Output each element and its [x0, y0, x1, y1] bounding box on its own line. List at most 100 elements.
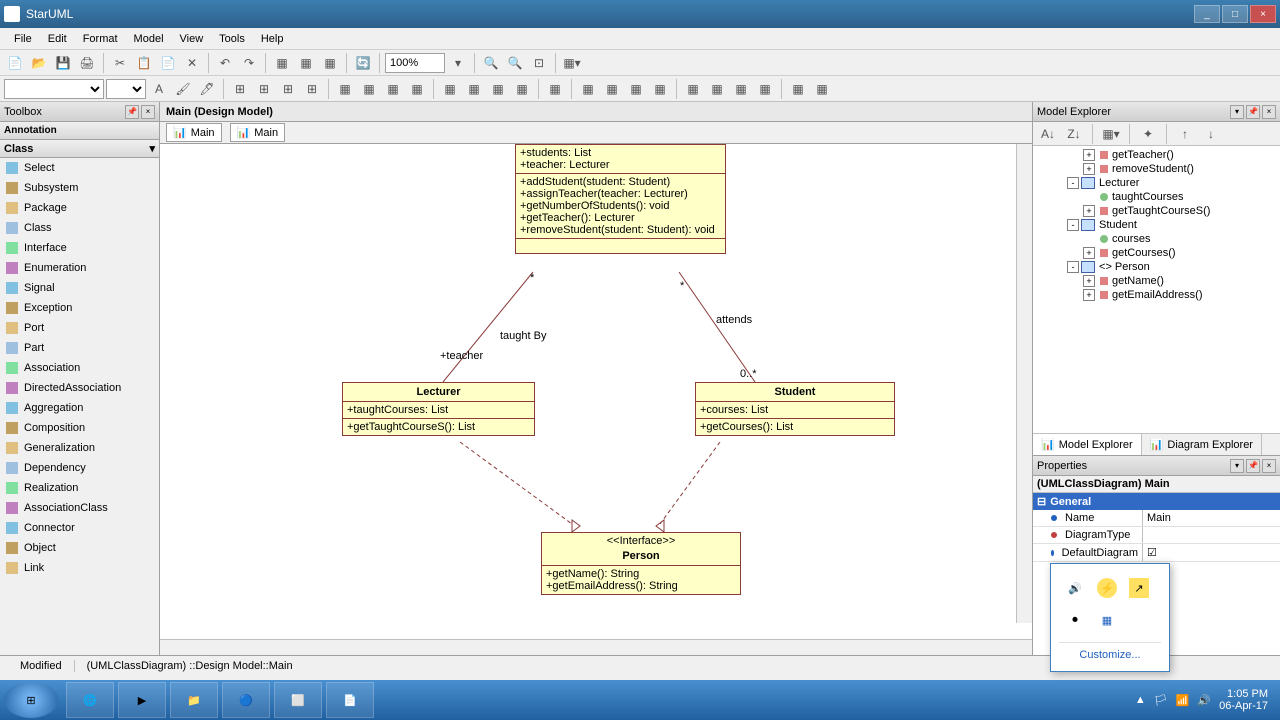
font-combo[interactable]	[4, 79, 104, 99]
toolbox-item-dependency[interactable]: Dependency	[0, 458, 159, 478]
toolbox-item-part[interactable]: Part	[0, 338, 159, 358]
tree-item[interactable]: +getEmailAddress()	[1035, 288, 1278, 302]
uml-class-student[interactable]: Student +courses: List +getCourses(): Li…	[695, 382, 895, 436]
prop-row[interactable]: DiagramType	[1033, 527, 1280, 544]
tray-up-icon[interactable]: ▲	[1135, 694, 1146, 706]
tool-1[interactable]: ▦	[271, 52, 293, 74]
explorer-pin-button[interactable]: 📌	[1246, 105, 1260, 119]
tool-p[interactable]: ▦	[730, 78, 752, 100]
menu-tools[interactable]: Tools	[211, 31, 253, 47]
task-chrome[interactable]: 🔵	[222, 682, 270, 718]
canvas-hscroll[interactable]	[160, 639, 1032, 655]
uml-class-top[interactable]: +students: List +teacher: Lecturer +addS…	[515, 144, 726, 254]
tool-l[interactable]: ▦	[625, 78, 647, 100]
size-combo[interactable]	[106, 79, 146, 99]
task-ie[interactable]: 🌐	[66, 682, 114, 718]
tree-item[interactable]: -<> Person	[1035, 260, 1278, 274]
tree-item[interactable]: +removeStudent()	[1035, 162, 1278, 176]
tray-network-icon[interactable]: 📶	[1176, 694, 1190, 707]
align-2[interactable]: ⊞	[253, 78, 275, 100]
tool-s[interactable]: ▦	[811, 78, 833, 100]
tool-f[interactable]: ▦	[463, 78, 485, 100]
toolbox-item-signal[interactable]: Signal	[0, 278, 159, 298]
zoom-fit-button[interactable]: ⊡	[528, 52, 550, 74]
new-button[interactable]: 📄	[4, 52, 26, 74]
tool-m[interactable]: ▦	[649, 78, 671, 100]
tool-extra[interactable]: ▦▾	[561, 52, 583, 74]
filter-button[interactable]: ▦▾	[1100, 123, 1122, 145]
task-app[interactable]: 📄	[326, 682, 374, 718]
tab-model-explorer[interactable]: 📊 Model Explorer	[1033, 434, 1142, 455]
task-staruml[interactable]: ⬜	[274, 682, 322, 718]
toolbox-item-associationclass[interactable]: AssociationClass	[0, 498, 159, 518]
tool-c[interactable]: ▦	[382, 78, 404, 100]
close-button[interactable]: ×	[1250, 5, 1276, 23]
tray-record-icon[interactable]: ⏺	[1065, 610, 1085, 630]
toolbox-item-generalization[interactable]: Generalization	[0, 438, 159, 458]
toolbox-item-interface[interactable]: Interface	[0, 238, 159, 258]
toolbox-item-exception[interactable]: Exception	[0, 298, 159, 318]
minimize-button[interactable]: _	[1194, 5, 1220, 23]
toolbox-item-object[interactable]: Object	[0, 538, 159, 558]
align-1[interactable]: ⊞	[229, 78, 251, 100]
sort-az-button[interactable]: A↓	[1037, 123, 1059, 145]
cut-button[interactable]: ✂	[109, 52, 131, 74]
toolbox-item-package[interactable]: Package	[0, 198, 159, 218]
tray-flag-icon[interactable]: 🏳	[1154, 694, 1168, 707]
prop-row[interactable]: DefaultDiagram☑	[1033, 544, 1280, 562]
task-explorer[interactable]: 📁	[170, 682, 218, 718]
toolbox-pin-button[interactable]: 📌	[125, 105, 139, 119]
prop-row[interactable]: NameMain	[1033, 510, 1280, 527]
tray-highlighted-icon[interactable]: ↗	[1129, 578, 1149, 598]
canvas-vscroll[interactable]	[1016, 144, 1032, 623]
props-close-button[interactable]: ×	[1262, 459, 1276, 473]
tool-q[interactable]: ▦	[754, 78, 776, 100]
prop-group-general[interactable]: ⊟ General	[1033, 493, 1280, 510]
tool-k[interactable]: ▦	[601, 78, 623, 100]
tool-o[interactable]: ▦	[706, 78, 728, 100]
toolbox-item-subsystem[interactable]: Subsystem	[0, 178, 159, 198]
menu-format[interactable]: Format	[75, 31, 126, 47]
menu-file[interactable]: File	[6, 31, 40, 47]
menu-model[interactable]: Model	[126, 31, 172, 47]
tool-i[interactable]: ▦	[544, 78, 566, 100]
zoom-combo[interactable]	[385, 53, 445, 73]
subtab-main-1[interactable]: 📊 Main	[166, 123, 222, 142]
refresh-button[interactable]: 🔄	[352, 52, 374, 74]
tray-customize-link[interactable]: Customize...	[1059, 642, 1161, 663]
zoom-in-button[interactable]: 🔍	[480, 52, 502, 74]
toolbox-item-connector[interactable]: Connector	[0, 518, 159, 538]
tool-d[interactable]: ▦	[406, 78, 428, 100]
delete-button[interactable]: ✕	[181, 52, 203, 74]
tree-item[interactable]: taughtCourses	[1035, 190, 1278, 204]
font-color-button[interactable]: A	[148, 78, 170, 100]
save-button[interactable]: 💾	[52, 52, 74, 74]
clock[interactable]: 1:05 PM 06-Apr-17	[1219, 688, 1268, 712]
tool-3[interactable]: ▦	[319, 52, 341, 74]
copy-button[interactable]: 📋	[133, 52, 155, 74]
tree-item[interactable]: +getName()	[1035, 274, 1278, 288]
undo-button[interactable]: ↶	[214, 52, 236, 74]
explorer-opts-button[interactable]: ▾	[1230, 105, 1244, 119]
explorer-close-button[interactable]: ×	[1262, 105, 1276, 119]
start-button[interactable]: ⊞	[4, 682, 58, 718]
uml-class-lecturer[interactable]: Lecturer +taughtCourses: List +getTaught…	[342, 382, 535, 436]
diagram-canvas[interactable]: +students: List +teacher: Lecturer +addS…	[160, 144, 1032, 639]
toolbox-item-realization[interactable]: Realization	[0, 478, 159, 498]
menu-view[interactable]: View	[172, 31, 212, 47]
tree-item[interactable]: -Lecturer	[1035, 176, 1278, 190]
props-opts-button[interactable]: ▾	[1230, 459, 1244, 473]
print-button[interactable]: 🖨	[76, 52, 98, 74]
tool-r[interactable]: ▦	[787, 78, 809, 100]
props-pin-button[interactable]: 📌	[1246, 459, 1260, 473]
tool-a[interactable]: ▦	[334, 78, 356, 100]
section-annotation[interactable]: Annotation	[0, 122, 159, 140]
tree-item[interactable]: -Student	[1035, 218, 1278, 232]
open-button[interactable]: 📂	[28, 52, 50, 74]
toolbox-item-association[interactable]: Association	[0, 358, 159, 378]
tree-item[interactable]: courses	[1035, 232, 1278, 246]
zoom-out-button[interactable]: 🔍	[504, 52, 526, 74]
fill-color-button[interactable]: 🖌	[172, 78, 194, 100]
up-button[interactable]: ↑	[1174, 123, 1196, 145]
tool-2[interactable]: ▦	[295, 52, 317, 74]
